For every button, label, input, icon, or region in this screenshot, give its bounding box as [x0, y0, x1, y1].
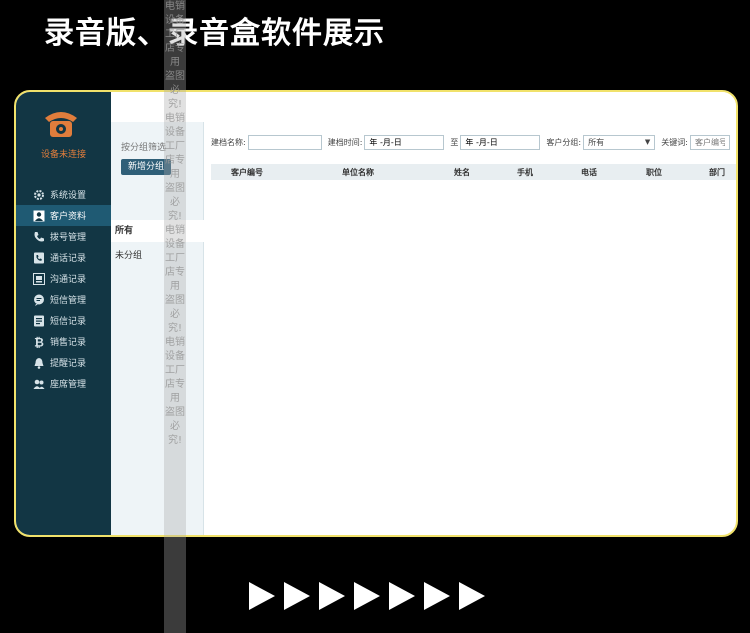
nav-item-dial-management[interactable]: 拨号管理	[16, 226, 111, 247]
nav-item-label: 提醒记录	[50, 359, 87, 369]
nav-item-label: 座席管理	[50, 380, 87, 390]
chat-log-icon	[32, 272, 46, 286]
column-header-phone[interactable]: 电话	[581, 167, 597, 178]
customer-group-select[interactable]: 所有 ▼	[583, 134, 656, 150]
keyword-input[interactable]	[690, 134, 730, 150]
group-filter-title: 按分组筛选	[121, 143, 167, 153]
column-header-customer-id[interactable]: 客户编号	[231, 167, 263, 178]
gear-icon	[32, 188, 46, 202]
play-arrow-icon	[354, 582, 380, 610]
telephone-icon	[42, 108, 80, 140]
chevron-down-icon: ▼	[644, 138, 651, 146]
date-from-input[interactable]	[364, 134, 445, 150]
phone-icon	[32, 230, 46, 244]
filter-bar: 建档名称: 建档时间: 至 客户分组: 所有 ▼ 关键词:	[211, 130, 736, 154]
nav-item-reminder-records[interactable]: 提醒记录	[16, 352, 111, 373]
sidebar: 设备未连接 系统设置 客户资料 拨号管理 通话记录 沟通记录 短信管理 短信记录…	[16, 92, 111, 535]
table-header: 客户编号 单位名称 姓名 手机 电话 职位 部门	[211, 164, 736, 180]
play-arrow-icon	[319, 582, 345, 610]
column-header-department[interactable]: 部门	[709, 167, 725, 178]
date-to-input[interactable]	[460, 134, 541, 150]
play-arrow-icon	[389, 582, 415, 610]
play-arrow-icon	[249, 582, 275, 610]
nav-item-label: 销售记录	[50, 338, 87, 348]
nav-item-customer-data[interactable]: 客户资料	[16, 205, 111, 226]
nav-menu: 系统设置 客户资料 拨号管理 通话记录 沟通记录 短信管理 短信记录 ₿ 销售记…	[16, 184, 111, 394]
column-header-name[interactable]: 姓名	[454, 167, 470, 178]
nav-item-label: 拨号管理	[50, 233, 87, 243]
nav-item-communication-records[interactable]: 沟通记录	[16, 268, 111, 289]
customer-group-label: 客户分组:	[546, 137, 582, 147]
created-name-label: 建档名称:	[211, 137, 246, 147]
sms-icon	[32, 293, 46, 307]
nav-item-label: 短信管理	[50, 296, 87, 306]
headline: 录音版、录音盒软件展示	[44, 16, 385, 51]
group-item-ungrouped[interactable]: 未分组	[111, 245, 207, 267]
to-label: 至	[450, 137, 459, 147]
nav-item-call-records[interactable]: 通话记录	[16, 247, 111, 268]
nav-item-label: 客户资料	[50, 212, 87, 222]
nav-item-label: 沟通记录	[50, 275, 87, 285]
watermark: 电销设备工厂店专用 盗图必究! 电销设备工厂店专用 盗图必究! 电销设备工厂店专…	[164, 0, 186, 633]
customer-group-value: 所有	[588, 137, 605, 147]
bell-icon	[32, 356, 46, 370]
created-name-input[interactable]	[247, 134, 322, 150]
nav-item-sales-records[interactable]: ₿ 销售记录	[16, 331, 111, 352]
contact-icon	[32, 209, 46, 223]
play-arrow-icon	[459, 582, 485, 610]
sms-log-icon	[32, 314, 46, 328]
play-arrow-icon	[284, 582, 310, 610]
nav-item-sms-management[interactable]: 短信管理	[16, 289, 111, 310]
svg-text:₿: ₿	[34, 336, 44, 348]
column-header-position[interactable]: 职位	[646, 167, 662, 178]
device-status: 设备未连接	[40, 150, 86, 160]
created-time-label: 建档时间:	[327, 137, 363, 147]
play-arrow-icon	[424, 582, 450, 610]
app-window: 设备未连接 系统设置 客户资料 拨号管理 通话记录 沟通记录 短信管理 短信记录…	[14, 90, 738, 537]
sales-icon: ₿	[32, 335, 46, 349]
arrow-indicators	[249, 582, 485, 610]
nav-item-label: 短信记录	[50, 317, 87, 327]
nav-item-system-settings[interactable]: 系统设置	[16, 184, 111, 205]
top-bar	[111, 92, 736, 122]
call-log-icon	[32, 251, 46, 265]
nav-item-seat-management[interactable]: 座席管理	[16, 373, 111, 394]
seat-icon	[32, 377, 46, 391]
keyword-label: 关键词:	[661, 137, 688, 147]
group-filter-panel: 按分组筛选 新增分组 所有 未分组	[111, 122, 207, 535]
column-header-mobile[interactable]: 手机	[517, 167, 533, 178]
nav-item-label: 通话记录	[50, 254, 87, 264]
nav-item-label: 系统设置	[50, 191, 87, 201]
column-header-company-name[interactable]: 单位名称	[342, 167, 374, 178]
nav-item-sms-records[interactable]: 短信记录	[16, 310, 111, 331]
group-item-all[interactable]: 所有	[111, 220, 207, 242]
